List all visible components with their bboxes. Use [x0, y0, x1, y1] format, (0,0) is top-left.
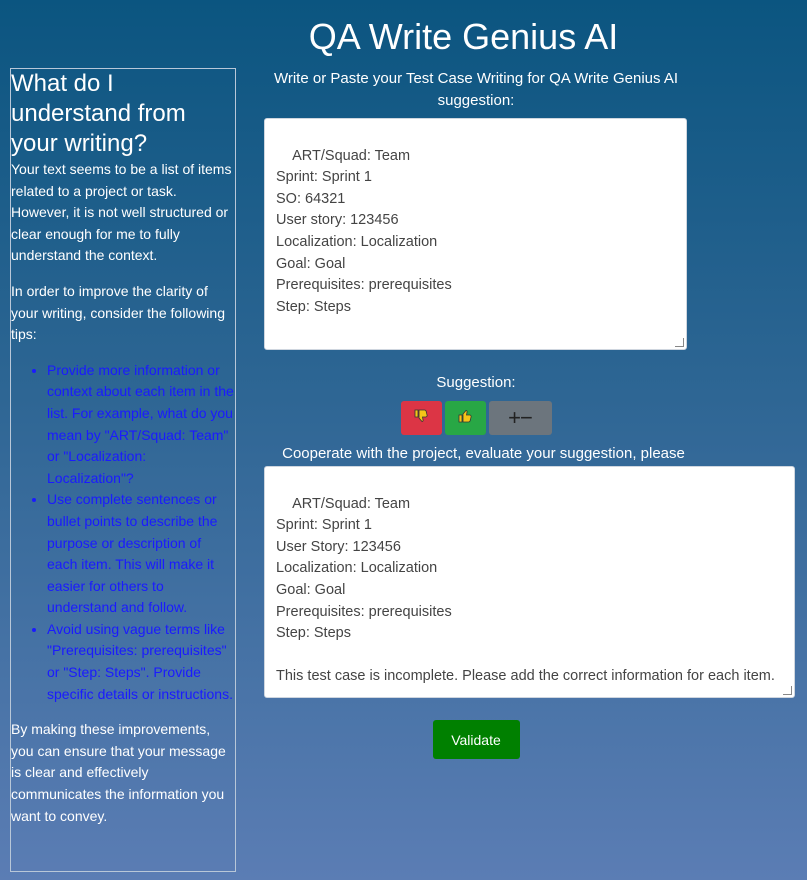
panel-heading: What do I understand from your writing? — [11, 70, 186, 157]
tip-item: Avoid using vague terms like "Prerequisi… — [47, 619, 235, 705]
feedback-buttons: +− — [264, 401, 688, 435]
cooperate-label: Cooperate with the project, evaluate you… — [282, 445, 685, 462]
analysis-panel: What do I understand from your writing? … — [10, 68, 236, 872]
thumbs-down-icon — [413, 408, 429, 429]
like-button[interactable] — [444, 401, 486, 435]
plus-minus-button[interactable]: +− — [488, 401, 552, 435]
thumbs-up-icon — [457, 408, 473, 429]
app-title: QA Write Genius AI — [308, 16, 619, 57]
panel-intro: Your text seems to be a list of items re… — [11, 161, 232, 264]
validate-button[interactable]: Validate — [432, 720, 520, 759]
resize-handle-icon[interactable] — [675, 338, 684, 347]
test-case-input-text[interactable]: ART/Squad: Team Sprint: Sprint 1 SO: 643… — [276, 148, 452, 315]
main-content: Write or Paste your Test Case Writing fo… — [264, 68, 795, 759]
panel-closing: By making these improvements, you can en… — [11, 721, 226, 824]
input-prompt-label: Write or Paste your Test Case Writing fo… — [273, 70, 679, 109]
suggestion-label: Suggestion: — [436, 374, 516, 391]
tip-item: Provide more information or context abou… — [47, 360, 235, 490]
suggestion-output-text[interactable]: ART/Squad: Team Sprint: Sprint 1 User St… — [276, 496, 775, 685]
plus-minus-icon: +− — [508, 405, 533, 430]
resize-handle-icon[interactable] — [783, 686, 792, 695]
tips-list: Provide more information or context abou… — [11, 360, 235, 706]
suggestion-output[interactable]: ART/Squad: Team Sprint: Sprint 1 User St… — [264, 466, 795, 698]
dislike-button[interactable] — [400, 401, 442, 435]
tips-intro: In order to improve the clarity of your … — [11, 282, 225, 343]
test-case-input[interactable]: ART/Squad: Team Sprint: Sprint 1 SO: 643… — [264, 118, 687, 350]
tip-item: Use complete sentences or bullet points … — [47, 489, 235, 619]
